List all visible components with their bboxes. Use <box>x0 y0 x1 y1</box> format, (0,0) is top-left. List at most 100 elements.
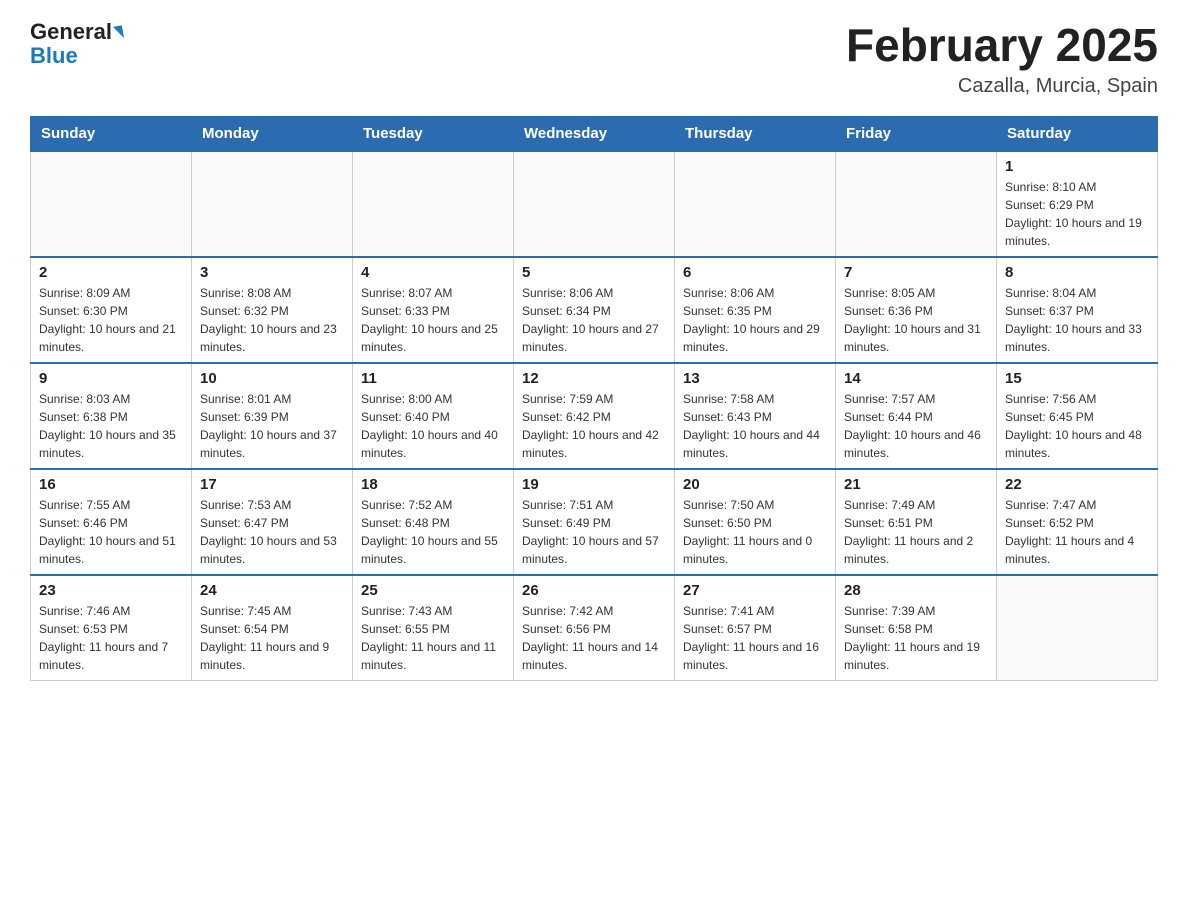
day-of-week-header: Saturday <box>997 116 1158 151</box>
day-number: 22 <box>1005 476 1149 493</box>
day-info: Sunrise: 8:01 AMSunset: 6:39 PMDaylight:… <box>200 390 344 462</box>
calendar-day-cell: 14 Sunrise: 7:57 AMSunset: 6:44 PMDayligh… <box>836 363 997 469</box>
day-info: Sunrise: 7:50 AMSunset: 6:50 PMDaylight:… <box>683 496 827 568</box>
day-number: 24 <box>200 582 344 599</box>
day-number: 14 <box>844 370 988 387</box>
calendar-day-cell: 10 Sunrise: 8:01 AMSunset: 6:39 PMDayligh… <box>192 363 353 469</box>
page-subtitle: Cazalla, Murcia, Spain <box>846 75 1158 98</box>
day-number: 12 <box>522 370 666 387</box>
calendar-day-cell: 6 Sunrise: 8:06 AMSunset: 6:35 PMDaylight… <box>675 257 836 363</box>
calendar-week-row: 16 Sunrise: 7:55 AMSunset: 6:46 PMDayligh… <box>31 469 1158 575</box>
day-number: 8 <box>1005 264 1149 281</box>
day-of-week-header: Wednesday <box>514 116 675 151</box>
calendar-day-cell: 20 Sunrise: 7:50 AMSunset: 6:50 PMDayligh… <box>675 469 836 575</box>
calendar-day-cell: 5 Sunrise: 8:06 AMSunset: 6:34 PMDaylight… <box>514 257 675 363</box>
day-info: Sunrise: 7:42 AMSunset: 6:56 PMDaylight:… <box>522 602 666 674</box>
calendar-day-cell: 17 Sunrise: 7:53 AMSunset: 6:47 PMDayligh… <box>192 469 353 575</box>
day-info: Sunrise: 8:06 AMSunset: 6:35 PMDaylight:… <box>683 284 827 356</box>
calendar-day-cell: 11 Sunrise: 8:00 AMSunset: 6:40 PMDayligh… <box>353 363 514 469</box>
calendar-day-cell <box>675 151 836 257</box>
day-info: Sunrise: 8:07 AMSunset: 6:33 PMDaylight:… <box>361 284 505 356</box>
day-info: Sunrise: 7:53 AMSunset: 6:47 PMDaylight:… <box>200 496 344 568</box>
calendar-day-cell: 24Sunrise: 7:45 AMSunset: 6:54 PMDayligh… <box>192 575 353 681</box>
day-info: Sunrise: 7:43 AMSunset: 6:55 PMDaylight:… <box>361 602 505 674</box>
title-block: February 2025 Cazalla, Murcia, Spain <box>846 20 1158 98</box>
day-number: 4 <box>361 264 505 281</box>
day-of-week-header: Sunday <box>31 116 192 151</box>
day-info: Sunrise: 7:58 AMSunset: 6:43 PMDaylight:… <box>683 390 827 462</box>
day-info: Sunrise: 7:49 AMSunset: 6:51 PMDaylight:… <box>844 496 988 568</box>
day-number: 10 <box>200 370 344 387</box>
day-number: 20 <box>683 476 827 493</box>
day-number: 7 <box>844 264 988 281</box>
calendar-day-cell: 12 Sunrise: 7:59 AMSunset: 6:42 PMDayligh… <box>514 363 675 469</box>
day-info: Sunrise: 7:57 AMSunset: 6:44 PMDaylight:… <box>844 390 988 462</box>
day-of-week-header: Monday <box>192 116 353 151</box>
logo-general: General <box>30 20 112 44</box>
day-number: 5 <box>522 264 666 281</box>
calendar-day-cell: 13 Sunrise: 7:58 AMSunset: 6:43 PMDayligh… <box>675 363 836 469</box>
calendar-week-row: 23Sunrise: 7:46 AMSunset: 6:53 PMDayligh… <box>31 575 1158 681</box>
day-info: Sunrise: 7:39 AMSunset: 6:58 PMDaylight:… <box>844 602 988 674</box>
logo: General Blue <box>30 20 123 68</box>
day-info: Sunrise: 7:55 AMSunset: 6:46 PMDaylight:… <box>39 496 183 568</box>
day-info: Sunrise: 7:52 AMSunset: 6:48 PMDaylight:… <box>361 496 505 568</box>
logo-blue: Blue <box>30 44 78 68</box>
day-of-week-header: Friday <box>836 116 997 151</box>
day-info: Sunrise: 8:03 AMSunset: 6:38 PMDaylight:… <box>39 390 183 462</box>
day-number: 3 <box>200 264 344 281</box>
day-info: Sunrise: 8:05 AMSunset: 6:36 PMDaylight:… <box>844 284 988 356</box>
day-number: 26 <box>522 582 666 599</box>
day-number: 28 <box>844 582 988 599</box>
day-number: 15 <box>1005 370 1149 387</box>
day-info: Sunrise: 8:08 AMSunset: 6:32 PMDaylight:… <box>200 284 344 356</box>
calendar-day-cell: 21 Sunrise: 7:49 AMSunset: 6:51 PMDayligh… <box>836 469 997 575</box>
calendar-day-cell: 2Sunrise: 8:09 AMSunset: 6:30 PMDaylight… <box>31 257 192 363</box>
page-header: General Blue February 2025 Cazalla, Murc… <box>30 20 1158 98</box>
calendar-day-cell: 26 Sunrise: 7:42 AMSunset: 6:56 PMDayligh… <box>514 575 675 681</box>
calendar-day-cell: 1Sunrise: 8:10 AMSunset: 6:29 PMDaylight… <box>997 151 1158 257</box>
day-number: 16 <box>39 476 183 493</box>
day-info: Sunrise: 7:59 AMSunset: 6:42 PMDaylight:… <box>522 390 666 462</box>
calendar-day-cell: 16 Sunrise: 7:55 AMSunset: 6:46 PMDayligh… <box>31 469 192 575</box>
day-number: 2 <box>39 264 183 281</box>
day-number: 17 <box>200 476 344 493</box>
calendar-day-cell: 18 Sunrise: 7:52 AMSunset: 6:48 PMDayligh… <box>353 469 514 575</box>
day-number: 27 <box>683 582 827 599</box>
day-number: 18 <box>361 476 505 493</box>
calendar-day-cell <box>836 151 997 257</box>
day-number: 13 <box>683 370 827 387</box>
calendar-week-row: 9 Sunrise: 8:03 AMSunset: 6:38 PMDaylight… <box>31 363 1158 469</box>
calendar-day-cell: 9 Sunrise: 8:03 AMSunset: 6:38 PMDaylight… <box>31 363 192 469</box>
page-title: February 2025 <box>846 20 1158 71</box>
calendar-day-cell: 27 Sunrise: 7:41 AMSunset: 6:57 PMDayligh… <box>675 575 836 681</box>
day-info: Sunrise: 8:04 AMSunset: 6:37 PMDaylight:… <box>1005 284 1149 356</box>
calendar-week-row: 2Sunrise: 8:09 AMSunset: 6:30 PMDaylight… <box>31 257 1158 363</box>
day-number: 6 <box>683 264 827 281</box>
day-of-week-header: Thursday <box>675 116 836 151</box>
day-number: 9 <box>39 370 183 387</box>
calendar-week-row: 1Sunrise: 8:10 AMSunset: 6:29 PMDaylight… <box>31 151 1158 257</box>
day-info: Sunrise: 7:47 AMSunset: 6:52 PMDaylight:… <box>1005 496 1149 568</box>
calendar-day-cell <box>514 151 675 257</box>
calendar-table: SundayMondayTuesdayWednesdayThursdayFrid… <box>30 116 1158 681</box>
logo-arrow-icon <box>113 25 124 39</box>
day-info: Sunrise: 7:51 AMSunset: 6:49 PMDaylight:… <box>522 496 666 568</box>
calendar-header-row: SundayMondayTuesdayWednesdayThursdayFrid… <box>31 116 1158 151</box>
calendar-day-cell: 3 Sunrise: 8:08 AMSunset: 6:32 PMDaylight… <box>192 257 353 363</box>
day-number: 11 <box>361 370 505 387</box>
day-info: Sunrise: 8:00 AMSunset: 6:40 PMDaylight:… <box>361 390 505 462</box>
day-number: 19 <box>522 476 666 493</box>
calendar-day-cell: 23Sunrise: 7:46 AMSunset: 6:53 PMDayligh… <box>31 575 192 681</box>
day-info: Sunrise: 7:41 AMSunset: 6:57 PMDaylight:… <box>683 602 827 674</box>
calendar-day-cell <box>997 575 1158 681</box>
day-number: 25 <box>361 582 505 599</box>
calendar-day-cell: 28 Sunrise: 7:39 AMSunset: 6:58 PMDayligh… <box>836 575 997 681</box>
day-info: Sunrise: 7:46 AMSunset: 6:53 PMDaylight:… <box>39 602 183 674</box>
day-info: Sunrise: 8:06 AMSunset: 6:34 PMDaylight:… <box>522 284 666 356</box>
calendar-day-cell: 4 Sunrise: 8:07 AMSunset: 6:33 PMDaylight… <box>353 257 514 363</box>
calendar-day-cell <box>353 151 514 257</box>
calendar-day-cell: 19 Sunrise: 7:51 AMSunset: 6:49 PMDayligh… <box>514 469 675 575</box>
day-number: 1 <box>1005 158 1149 175</box>
day-number: 21 <box>844 476 988 493</box>
